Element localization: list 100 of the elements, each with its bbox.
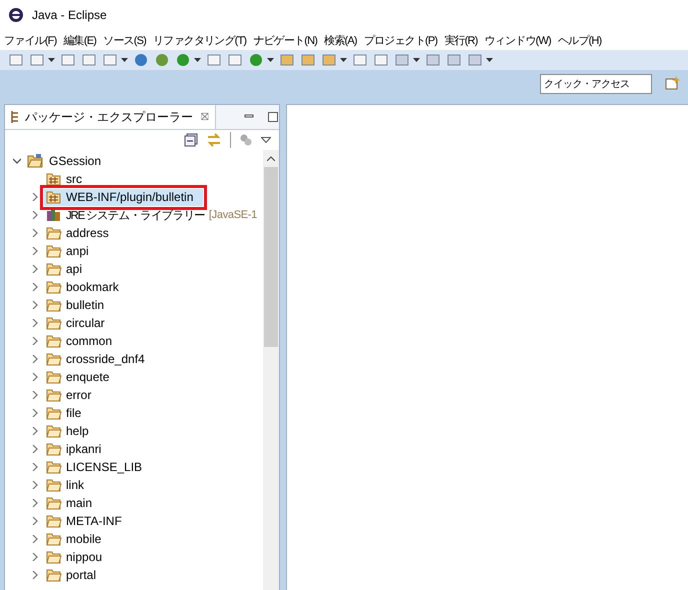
tree-label: anpi <box>66 244 89 258</box>
expand-chevron-icon[interactable] <box>31 463 39 471</box>
tree-label: main <box>66 496 92 510</box>
tree-item[interactable]: main <box>44 494 94 512</box>
menu-item[interactable]: 実行(R) <box>444 32 478 48</box>
expand-chevron-icon[interactable] <box>31 301 39 309</box>
tree-item[interactable]: circular <box>44 314 107 332</box>
tree-item[interactable]: bookmark <box>44 278 121 296</box>
tree-item[interactable]: portal <box>44 566 98 584</box>
expand-chevron-icon[interactable] <box>31 373 39 381</box>
expand-chevron-icon[interactable] <box>31 535 39 543</box>
tree-item[interactable]: help <box>44 422 91 440</box>
expand-chevron-icon[interactable] <box>31 355 39 363</box>
expand-chevron-icon[interactable] <box>31 229 39 237</box>
tree-label-suffix: [JavaSE-1 <box>208 209 257 221</box>
expand-chevron-icon[interactable] <box>31 265 39 273</box>
tree-label: address <box>66 226 109 240</box>
collapse-chevron-icon[interactable] <box>13 157 21 165</box>
scrollbar-thumb[interactable] <box>264 167 278 347</box>
tree-item[interactable]: bulletin <box>44 296 106 314</box>
tree-label: LICENSE_LIB <box>66 460 142 474</box>
tree-label: crossride_dnf4 <box>66 352 145 366</box>
tree-item[interactable]: LICENSE_LIB <box>44 458 144 476</box>
close-button[interactable]: ⛝ <box>201 112 209 122</box>
expand-chevron-icon[interactable] <box>31 445 39 453</box>
collapse-all-icon[interactable] <box>184 133 198 147</box>
tree-label: api <box>66 262 82 276</box>
tree-label: bulletin <box>66 298 104 312</box>
menu-item[interactable]: ウィンドウ(W) <box>484 32 551 48</box>
tree-label: ipkanri <box>66 442 102 456</box>
tree-item[interactable]: nippou <box>44 548 104 566</box>
tree-item[interactable]: JRE システム・ライブラリー [JavaSE-1 <box>44 206 259 224</box>
tree-item[interactable]: ipkanri <box>44 440 104 458</box>
tree-item[interactable]: enquete <box>44 368 112 386</box>
dropdown-caret-icon[interactable] <box>48 58 55 62</box>
tree-item[interactable]: error <box>44 386 94 404</box>
expand-chevron-icon[interactable] <box>31 391 39 399</box>
tree-item[interactable]: src <box>44 170 84 188</box>
menu-item[interactable]: ファイル(F) <box>4 32 56 48</box>
quick-access-field[interactable]: クイック・アクセス <box>540 74 652 94</box>
tree-label: bookmark <box>66 280 119 294</box>
tree-label: mobile <box>66 532 102 546</box>
expand-chevron-icon[interactable] <box>31 409 39 417</box>
tree-label: common <box>66 334 112 348</box>
tree-item[interactable]: common <box>44 332 114 350</box>
menu-item[interactable]: ソース(S) <box>103 32 146 48</box>
view-tab[interactable]: パッケージ・エクスプローラー ⛝ <box>5 105 216 129</box>
menu-item[interactable]: ナビゲート(N) <box>253 32 318 48</box>
tree-label: src <box>66 172 82 186</box>
dropdown-caret-icon[interactable] <box>121 58 128 62</box>
tree-label: file <box>66 406 82 420</box>
expand-chevron-icon[interactable] <box>31 337 39 345</box>
scrollbar[interactable] <box>263 150 279 590</box>
package-folder-icon <box>46 190 62 204</box>
tree-label: nippou <box>66 550 102 564</box>
tree-item[interactable]: META-INF <box>44 512 124 530</box>
dropdown-caret-icon[interactable] <box>340 58 347 62</box>
tree-item[interactable]: link <box>44 476 86 494</box>
expand-chevron-icon[interactable] <box>31 283 39 291</box>
view-menu-icon[interactable] <box>261 137 271 143</box>
dropdown-caret-icon[interactable] <box>486 58 493 62</box>
open-perspective-icon[interactable] <box>664 76 680 92</box>
link-editor-icon[interactable] <box>206 133 222 147</box>
dropdown-caret-icon[interactable] <box>194 58 201 62</box>
tree-label: portal <box>66 568 96 582</box>
tree-item[interactable]: api <box>44 260 84 278</box>
tree-label: JRE システム・ライブラリー <box>66 208 205 222</box>
expand-chevron-icon[interactable] <box>31 319 39 327</box>
tree-label: WEB-INF/plugin/bulletin <box>66 190 194 204</box>
menu-item[interactable]: リファクタリング(T) <box>153 32 246 48</box>
eclipse-logo-icon <box>8 7 24 23</box>
highlighted-tree-item[interactable]: WEB-INF/plugin/bulletin <box>44 188 204 206</box>
dropdown-caret-icon[interactable] <box>267 58 274 62</box>
menu-item[interactable]: プロジェクト(P) <box>364 32 438 48</box>
tree-item[interactable]: mobile <box>44 530 104 548</box>
expand-chevron-icon[interactable] <box>31 571 39 579</box>
tree-item[interactable]: crossride_dnf4 <box>44 350 147 368</box>
expand-chevron-icon[interactable] <box>31 427 39 435</box>
tree-label: help <box>66 424 89 438</box>
expand-chevron-icon[interactable] <box>31 481 39 489</box>
tree-item[interactable]: GSession <box>5 152 263 170</box>
expand-chevron-icon[interactable] <box>31 517 39 525</box>
expand-chevron-icon[interactable] <box>31 193 39 201</box>
tree-label: META-INF <box>66 514 122 528</box>
expand-chevron-icon[interactable] <box>31 499 39 507</box>
expand-chevron-icon[interactable] <box>31 211 39 219</box>
dropdown-caret-icon[interactable] <box>413 58 420 62</box>
maximize-icon[interactable] <box>267 111 279 123</box>
expand-chevron-icon[interactable] <box>31 247 39 255</box>
menu-item[interactable]: 検索(A) <box>324 32 357 48</box>
tree-item[interactable]: address <box>44 224 111 242</box>
expand-chevron-icon[interactable] <box>31 553 39 561</box>
menu-item[interactable]: 編集(E) <box>63 32 96 48</box>
tree-item[interactable]: anpi <box>44 242 91 260</box>
menu-item[interactable]: ヘルプ(H) <box>558 32 602 48</box>
tree-label: error <box>66 388 92 402</box>
tree-label: GSession <box>49 154 102 168</box>
tree-label: enquete <box>66 370 110 384</box>
tree-item[interactable]: file <box>44 404 84 422</box>
scroll-up-icon[interactable] <box>267 156 275 161</box>
